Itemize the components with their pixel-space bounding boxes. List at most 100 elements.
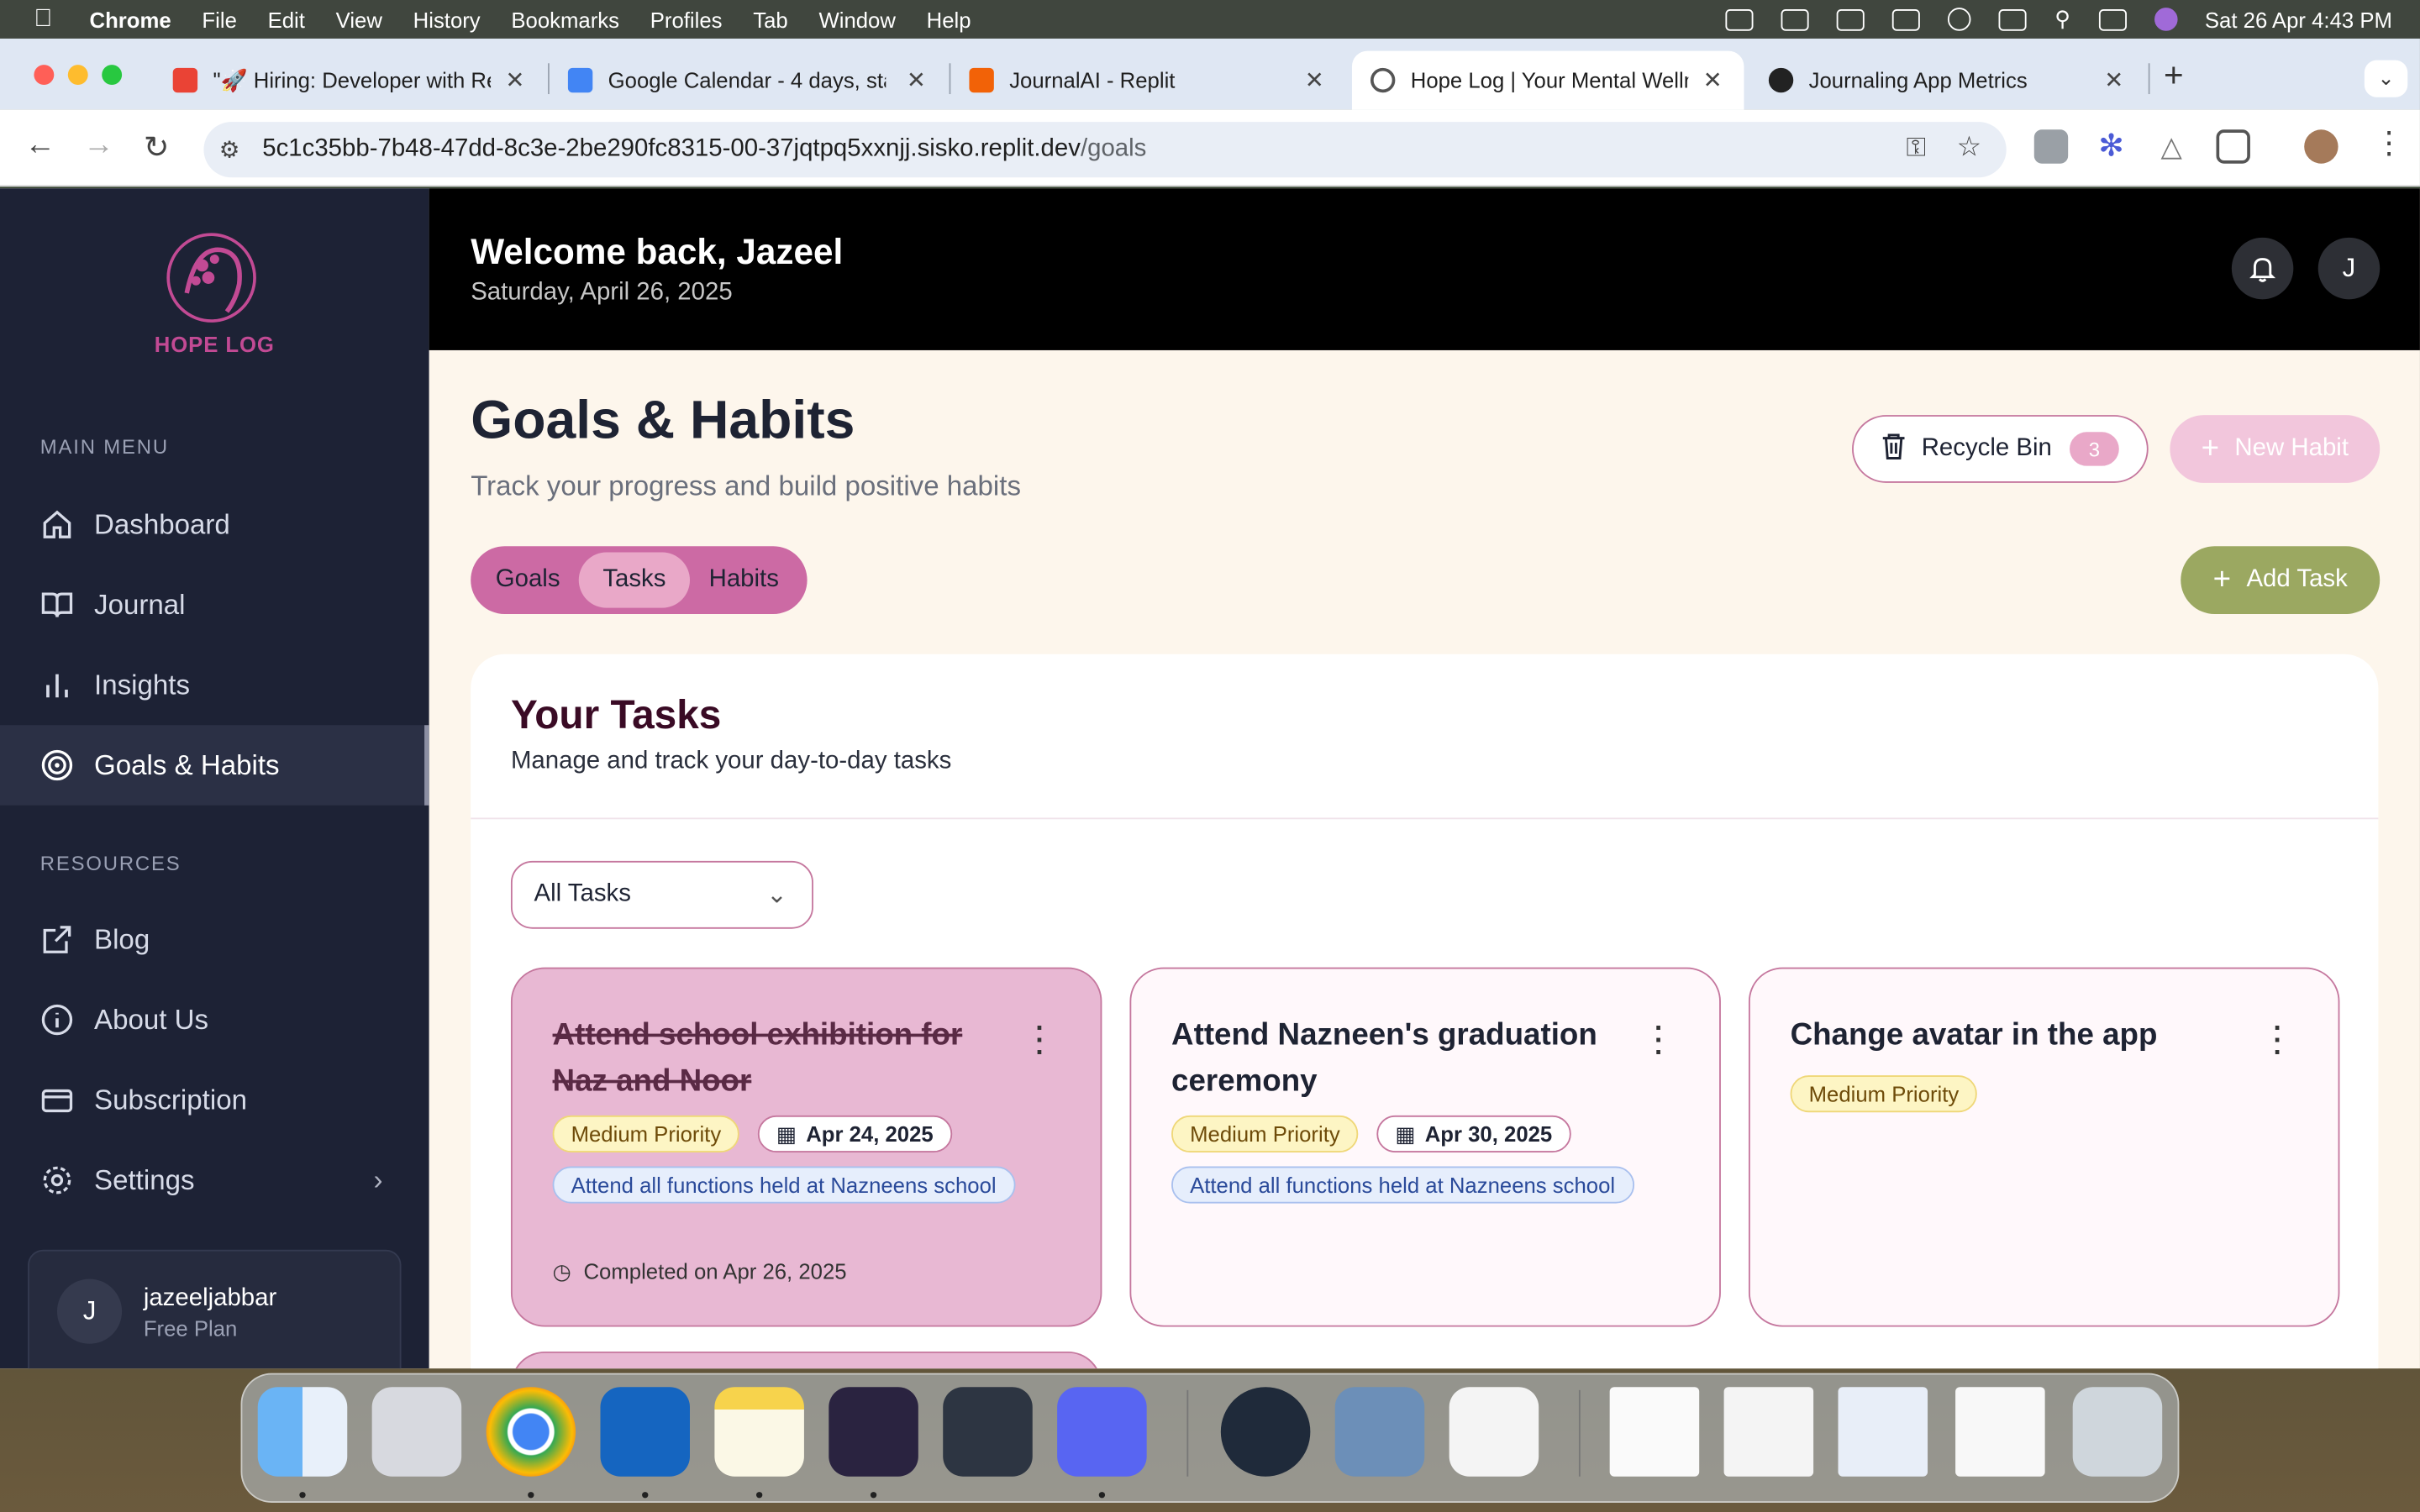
menu-bookmarks[interactable]: Bookmarks [511,7,619,31]
browser-toolbar: ← → ↻ ⚙ 5c1c35bb-7b48-47dd-8c3e-2be290fc… [0,109,2420,187]
task-card[interactable]: Attend school exhibition for Naz and Noo… [510,967,1102,1327]
profile-avatar[interactable] [2304,129,2338,164]
gear-icon [40,1163,74,1197]
outlook-status-icon[interactable] [1781,8,1810,30]
task-card-partial[interactable] [510,1351,1102,1369]
sidebar-item-settings[interactable]: Settings › [0,1140,429,1221]
finder-icon[interactable] [257,1387,348,1477]
sidebar-item-about-us[interactable]: About Us [0,979,429,1060]
siri-icon[interactable] [2154,8,2177,31]
notes-icon[interactable] [714,1387,804,1477]
macos-dock [240,1373,2180,1503]
header-avatar[interactable]: J [2317,237,2381,300]
browser-tab-replit[interactable]: JournalAI - Replit ✕ [950,51,1345,110]
due-date-text: Apr 24, 2025 [806,1121,934,1147]
airplane-icon[interactable] [1837,8,1865,30]
asterisk-extension-icon[interactable]: ✻ [2094,129,2128,164]
window-minimize-button[interactable] [67,65,88,86]
discord-icon[interactable] [1057,1387,1147,1477]
control-center-icon[interactable] [2098,8,2127,30]
sidebar-item-insights[interactable]: Insights [0,645,429,726]
site-settings-icon[interactable]: ⚙ [219,136,240,163]
apple-icon[interactable]:  [34,5,52,33]
menu-history[interactable]: History [413,7,481,31]
launchpad-icon[interactable] [371,1387,462,1477]
recycle-bin-button[interactable]: Recycle Bin 3 [1852,415,2149,483]
tab-goals[interactable]: Goals [480,553,576,608]
trash-icon[interactable] [2072,1387,2163,1477]
browser-tab-gmail[interactable]: "🚀 Hiring: Developer with Re ✕ [155,51,547,110]
sidebar-item-journal[interactable]: Journal [0,564,429,645]
notifications-bell-icon[interactable] [2231,237,2294,300]
battery-icon[interactable] [1892,8,1921,30]
textedit-icon[interactable] [1449,1387,1539,1477]
task-filter-select[interactable]: All Tasks ⌄ [510,860,813,929]
minimized-window-thumbnail[interactable] [1723,1387,1814,1477]
home-icon [40,507,74,541]
minimized-window-thumbnail[interactable] [1955,1387,2045,1477]
reload-icon[interactable]: ↻ [144,128,170,166]
add-task-label: Add Task [2246,566,2348,593]
link-icon[interactable] [1999,8,2028,30]
user-profile-card[interactable]: J jazeeljabbar Free Plan [28,1249,402,1369]
menu-view[interactable]: View [336,7,382,31]
close-icon[interactable]: ✕ [1305,66,1324,94]
menu-help[interactable]: Help [927,7,971,31]
sidebar-item-blog[interactable]: Blog [0,900,429,980]
chrome-icon[interactable] [486,1387,576,1477]
menu-profiles[interactable]: Profiles [650,7,723,31]
cloud-icon[interactable] [1726,8,1754,30]
perplexity-icon[interactable] [943,1387,1033,1477]
chart-icon [40,668,74,701]
new-habit-button[interactable]: + New Habit [2170,415,2381,483]
menu-window[interactable]: Window [818,7,895,31]
obsidian-icon[interactable] [829,1387,918,1477]
user-account-icon[interactable] [1948,8,1972,31]
close-icon[interactable]: ✕ [907,66,926,94]
devtools-extension-icon[interactable] [2033,129,2069,164]
app-viewport: HOPE LOG MAIN MENU Dashboard Journal Ins… [0,188,2420,1369]
menubar-clock[interactable]: Sat 26 Apr 4:43 PM [2205,7,2392,31]
password-key-icon[interactable]: ⚿ [1906,133,1926,164]
spotlight-search-icon[interactable]: ⚲ [2054,6,2070,32]
sidebar-item-goals-habits[interactable]: Goals & Habits [0,725,429,806]
minimized-window-thumbnail[interactable] [1609,1387,1700,1477]
browser-tab-hope-log[interactable]: Hope Log | Your Mental Welln ✕ [1351,50,1744,110]
address-bar[interactable]: ⚙ 5c1c35bb-7b48-47dd-8c3e-2be290fc8315-0… [203,122,2007,178]
browser-tab-metrics[interactable]: Journaling App Metrics ✕ [1750,51,2145,110]
sidebar-item-dashboard[interactable]: Dashboard [0,485,429,565]
quicktime-icon[interactable] [1220,1387,1311,1477]
menu-file[interactable]: File [202,7,236,31]
tab-tasks[interactable]: Tasks [578,552,691,608]
close-icon[interactable]: ✕ [1703,66,1723,94]
linked-goal-badge: Attend all functions held at Nazneens sc… [1171,1166,1634,1204]
tab-search-chevron-icon[interactable]: ⌄ [2364,60,2408,97]
preview-icon[interactable] [1334,1387,1425,1477]
minimized-window-thumbnail[interactable] [1838,1387,1928,1477]
add-task-button[interactable]: + Add Task [2181,546,2381,615]
back-arrow-icon[interactable]: ← [24,128,55,163]
sidebar-item-subscription[interactable]: Subscription [0,1060,429,1141]
more-options-icon[interactable]: · · · [1035,1014,1044,1066]
extensions-puzzle-icon[interactable] [2216,129,2250,164]
window-zoom-button[interactable] [102,65,123,86]
outlook-icon[interactable] [600,1387,691,1477]
menubar-app-name[interactable]: Chrome [90,7,171,31]
new-tab-plus-icon[interactable]: + [2164,55,2184,96]
globe-icon [1370,67,1396,93]
browser-tab-calendar[interactable]: Google Calendar - 4 days, sta ✕ [550,51,948,110]
more-options-icon[interactable]: · · · [2273,1014,2282,1066]
tab-habits[interactable]: Habits [693,553,795,608]
task-card[interactable]: Change avatar in the app · · · Medium Prio… [1748,967,2340,1327]
drive-extension-icon[interactable]: △ [2154,129,2189,164]
menu-tab[interactable]: Tab [753,7,787,31]
close-icon[interactable]: ✕ [505,66,524,94]
more-options-icon[interactable]: · · · [1655,1014,1664,1066]
chrome-menu-icon[interactable]: ⋮ [2374,128,2405,159]
task-card[interactable]: Attend Nazneen's graduation ceremony · · ·… [1129,967,1721,1327]
bookmark-star-icon[interactable]: ☆ [1957,131,1982,164]
menu-edit[interactable]: Edit [268,7,305,31]
forward-arrow-icon[interactable]: → [83,128,114,163]
close-icon[interactable]: ✕ [2104,66,2123,94]
window-close-button[interactable] [34,65,55,86]
